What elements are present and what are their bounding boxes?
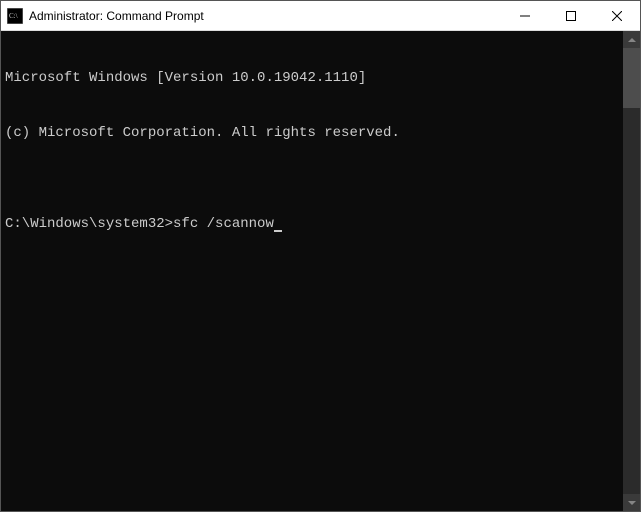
prompt-text: C:\Windows\system32>	[5, 216, 173, 232]
scrollbar-thumb[interactable]	[623, 48, 640, 108]
vertical-scrollbar[interactable]	[623, 31, 640, 511]
prompt-line: C:\Windows\system32>sfc /scannow	[5, 215, 619, 233]
scrollbar-down-arrow[interactable]	[623, 494, 640, 511]
titlebar[interactable]: C:\ Administrator: Command Prompt	[1, 1, 640, 31]
content-area: Microsoft Windows [Version 10.0.19042.11…	[1, 31, 640, 511]
minimize-icon	[520, 11, 530, 21]
close-button[interactable]	[594, 1, 640, 30]
cursor	[274, 230, 282, 232]
minimize-button[interactable]	[502, 1, 548, 30]
window-title: Administrator: Command Prompt	[29, 9, 502, 23]
command-prompt-window: C:\ Administrator: Command Prompt	[0, 0, 641, 512]
copyright-line: (c) Microsoft Corporation. All rights re…	[5, 124, 619, 142]
scrollbar-up-arrow[interactable]	[623, 31, 640, 48]
maximize-button[interactable]	[548, 1, 594, 30]
command-text: sfc /scannow	[173, 216, 274, 232]
chevron-down-icon	[628, 499, 636, 507]
window-controls	[502, 1, 640, 30]
maximize-icon	[566, 11, 576, 21]
version-line: Microsoft Windows [Version 10.0.19042.11…	[5, 69, 619, 87]
close-icon	[612, 11, 622, 21]
chevron-up-icon	[628, 36, 636, 44]
terminal-output[interactable]: Microsoft Windows [Version 10.0.19042.11…	[1, 31, 623, 511]
svg-text:C:\: C:\	[9, 12, 18, 20]
cmd-icon: C:\	[7, 8, 23, 24]
